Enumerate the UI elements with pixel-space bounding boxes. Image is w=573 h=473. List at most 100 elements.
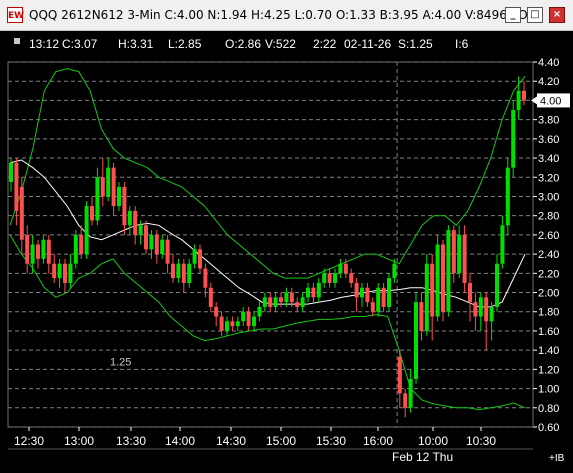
y-tick-label: 2.80 bbox=[538, 211, 559, 223]
x-tick-label: 13:00 bbox=[64, 434, 94, 448]
candle-down bbox=[52, 263, 57, 279]
candle-down bbox=[208, 287, 213, 307]
app-icon[interactable]: EW bbox=[7, 7, 24, 23]
candle-up bbox=[316, 282, 321, 298]
y-tick-label: 2.00 bbox=[538, 288, 559, 300]
candle-up bbox=[225, 321, 229, 331]
candle-down bbox=[462, 234, 467, 283]
candle-up bbox=[30, 244, 35, 264]
candle-up bbox=[41, 239, 46, 259]
candle-up bbox=[424, 263, 429, 331]
candle-down bbox=[381, 287, 386, 307]
candle-down bbox=[214, 306, 219, 317]
candle-down bbox=[46, 239, 51, 264]
y-tick-label: 3.80 bbox=[538, 115, 559, 127]
candle-down bbox=[79, 234, 84, 255]
candle-down bbox=[349, 273, 354, 283]
y-tick-label: 0.80 bbox=[538, 403, 559, 415]
candle-up bbox=[511, 110, 516, 168]
info-date: 02-11-26 bbox=[344, 37, 391, 51]
candle-up bbox=[117, 186, 121, 207]
candle-up bbox=[262, 297, 267, 307]
title-bar: EW QQQ 2612N612 3-Min C:4.00 N:1.94 H:4.… bbox=[0, 0, 573, 31]
candle-up bbox=[57, 263, 62, 279]
candle-up bbox=[138, 225, 143, 235]
info-close: C:3.07 bbox=[62, 37, 98, 51]
candle-down bbox=[144, 225, 148, 250]
info-high: H:3.31 bbox=[118, 37, 154, 51]
candle-up bbox=[392, 263, 397, 279]
candle-up bbox=[408, 378, 413, 408]
info-scale: S:1.25 bbox=[398, 37, 433, 51]
candle-up bbox=[149, 234, 154, 250]
candle-down bbox=[90, 206, 94, 221]
candle-down bbox=[100, 177, 105, 197]
y-tick-label: 1.40 bbox=[538, 345, 559, 357]
info-bar-time: 2:22 bbox=[313, 37, 337, 51]
candle-up bbox=[192, 249, 197, 264]
candle-up bbox=[95, 177, 100, 221]
candle-down bbox=[289, 292, 294, 303]
y-tick-label: 4.20 bbox=[538, 76, 559, 88]
candle-down bbox=[403, 393, 408, 408]
candle-up bbox=[257, 306, 262, 317]
x-tick-label: 10:00 bbox=[418, 434, 448, 448]
candle-down bbox=[419, 302, 424, 331]
minimize-button[interactable]: _ bbox=[505, 7, 521, 23]
candle-down bbox=[36, 244, 40, 259]
x-tick-label: 14:30 bbox=[216, 434, 246, 448]
candle-down bbox=[451, 230, 456, 274]
candle-up bbox=[73, 234, 78, 264]
y-tick-label: 2.60 bbox=[538, 230, 559, 242]
candle-up bbox=[516, 90, 521, 111]
x-tick-label: 13:30 bbox=[116, 434, 146, 448]
last-price-label: 4.00 bbox=[540, 95, 561, 107]
candle-down bbox=[268, 297, 273, 307]
x-tick-label: 15:00 bbox=[266, 434, 296, 448]
y-tick-label: 3.20 bbox=[538, 172, 559, 184]
candle-up bbox=[300, 297, 305, 307]
chart-area[interactable]: 13:12 C:3.07 H:3.31 L:2.85 O:2.86 V:522 2:22 02… bbox=[0, 31, 573, 473]
candle-down bbox=[111, 167, 116, 207]
info-time: 13:12 bbox=[29, 37, 59, 51]
candle-down bbox=[311, 287, 316, 298]
candle-up bbox=[500, 225, 505, 264]
candle-down bbox=[14, 162, 19, 211]
y-tick-label: 2.40 bbox=[538, 249, 559, 261]
candle-up bbox=[252, 316, 256, 327]
y-tick-label: 3.40 bbox=[538, 153, 559, 165]
candle-up bbox=[68, 263, 73, 283]
maximize-button[interactable]: □ bbox=[527, 7, 543, 23]
y-tick-label: 4.40 bbox=[538, 57, 559, 69]
x-tick-label: 16:00 bbox=[363, 434, 393, 448]
candle-down bbox=[181, 263, 186, 283]
candle-down bbox=[63, 263, 67, 283]
x-tick-label: 10:30 bbox=[466, 434, 496, 448]
candle-down bbox=[171, 263, 175, 279]
candle-up bbox=[360, 287, 364, 298]
y-tick-label: 2.20 bbox=[538, 268, 559, 280]
close-button[interactable]: × bbox=[549, 7, 565, 23]
y-tick-label: 1.80 bbox=[538, 307, 559, 319]
candle-down bbox=[365, 287, 370, 303]
info-index: I:6 bbox=[455, 37, 469, 51]
candle-up bbox=[495, 263, 499, 307]
x-tick-label: 15:30 bbox=[316, 434, 346, 448]
price-chart[interactable]: 13:12 C:3.07 H:3.31 L:2.85 O:2.86 V:522 2:22 02… bbox=[0, 31, 573, 473]
candle-down bbox=[327, 273, 332, 283]
candle-down bbox=[122, 186, 127, 226]
candle-up bbox=[376, 287, 381, 312]
candle-down bbox=[397, 356, 402, 394]
candle-up bbox=[235, 321, 240, 327]
candle-up bbox=[446, 230, 451, 312]
candle-down bbox=[279, 297, 283, 303]
candle-up bbox=[505, 167, 510, 226]
candle-down bbox=[473, 302, 478, 317]
candle-up bbox=[176, 263, 181, 279]
candle-up bbox=[435, 244, 440, 317]
candle-up bbox=[338, 263, 343, 274]
scale-annotation: 1.25 bbox=[110, 357, 131, 369]
candle-down bbox=[219, 316, 224, 331]
candle-down bbox=[230, 321, 235, 327]
candle-down bbox=[295, 302, 300, 307]
